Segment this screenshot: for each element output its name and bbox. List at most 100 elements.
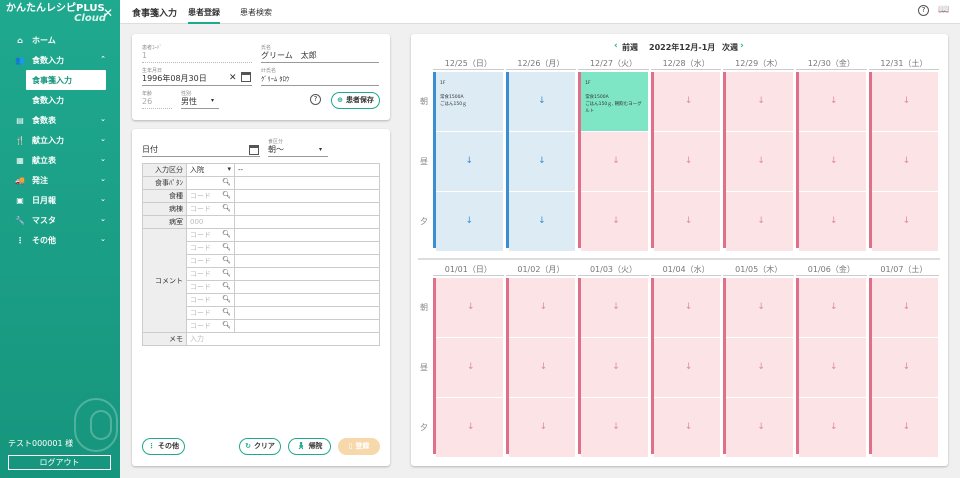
sidebar-item-meal-count-table[interactable]: ▤ 食数表 ⌄ [0, 110, 120, 130]
meal-cell[interactable]: ↓ [436, 278, 503, 337]
clear-icon[interactable]: ✕ [229, 73, 237, 83]
sidebar-item-master[interactable]: 🔧 マスタ ⌄ [0, 210, 120, 230]
meal-cell[interactable]: ↓ [799, 338, 866, 397]
comment-input[interactable]: コード 🔍︎ [186, 293, 235, 307]
next-week-button[interactable]: 次週 [722, 42, 738, 53]
meal-cell[interactable]: ↓ [726, 72, 793, 131]
meal-cell[interactable]: ↓ [871, 72, 939, 131]
search-icon[interactable]: 🔍︎ [222, 204, 231, 212]
logout-button[interactable]: ログアウト [8, 455, 111, 470]
meal-cell[interactable]: ↓ [653, 278, 721, 337]
clear-button[interactable]: ↻ クリア [239, 438, 281, 455]
sidebar-item-daily-monthly-report[interactable]: ▣ 日月報 ⌄ [0, 190, 120, 210]
meal-cell[interactable]: ↓ [726, 398, 793, 457]
meal-cell[interactable]: ↓ [581, 132, 648, 191]
search-icon[interactable]: 🔍︎ [222, 243, 231, 251]
search-icon[interactable]: 🔍︎ [222, 308, 231, 316]
search-icon[interactable]: 🔍︎ [222, 256, 231, 264]
search-icon[interactable]: 🔍︎ [222, 282, 231, 290]
help-icon[interactable]: ? [310, 94, 321, 105]
comment-input[interactable]: コード 🔍︎ [186, 254, 235, 268]
meal-cell[interactable]: ↓ [653, 72, 721, 131]
meal-cell[interactable]: ↓ [871, 338, 939, 397]
register-button[interactable]: ▯ 登録 [338, 438, 380, 455]
comment-input[interactable]: コード 🔍︎ [186, 306, 235, 320]
memo-input[interactable]: 入力 [186, 332, 380, 346]
meal-cell[interactable]: ↓ [653, 192, 721, 251]
prev-week-button[interactable]: 前週 [622, 42, 638, 53]
search-icon[interactable]: 🔍︎ [222, 269, 231, 277]
meal-cell[interactable]: ↓ [581, 278, 648, 337]
meal-cell[interactable]: ↓ [799, 192, 866, 251]
kana-name-field[interactable]: ｸﾞﾘｰﾑ ﾀﾛｳ [261, 73, 379, 86]
meal-cell[interactable]: ↓ [508, 132, 576, 191]
meal-cell[interactable]: ↓ [871, 132, 939, 191]
meal-cell[interactable]: ↓ [653, 338, 721, 397]
meal-cell[interactable]: ↓ [799, 72, 866, 131]
meal-cell[interactable]: ↓ [871, 278, 939, 337]
close-icon[interactable]: ✕ [103, 6, 113, 20]
search-icon[interactable]: 🔍︎ [222, 295, 231, 303]
meal-cell[interactable]: ↓ [508, 278, 576, 337]
meal-cell[interactable]: ↓ [436, 398, 503, 457]
ward-input[interactable]: コード 🔍︎ [186, 202, 235, 216]
help-icon[interactable]: ? [918, 5, 929, 16]
comment-input[interactable]: コード 🔍︎ [186, 228, 235, 242]
comment-input[interactable]: コード 🔍︎ [186, 267, 235, 281]
meal-cell[interactable]: 1F 常食1500A ごはん150ｇ, 朝飲むヨーグ ルト [581, 72, 648, 131]
search-icon[interactable]: 🔍︎ [222, 230, 231, 238]
meal-cell[interactable]: ↓ [726, 192, 793, 251]
save-patient-button[interactable]: ⊕ 患者保存 [331, 92, 380, 109]
meal-cell[interactable]: ↓ [726, 278, 793, 337]
meal-pattern-input[interactable]: 🔍︎ [186, 176, 235, 190]
discharge-button[interactable]: 🚶︎ 帰院 [288, 438, 331, 455]
sidebar-item-other[interactable]: ⋮ その他 ⌄ [0, 230, 120, 250]
meal-cell[interactable]: ↓ [581, 192, 648, 251]
sidebar-sub-meal-count-input[interactable]: 食数入力 [0, 90, 120, 110]
comment-input[interactable]: コード 🔍︎ [186, 241, 235, 255]
sidebar-item-meal-count-input[interactable]: 👥 食数入力 ⌃ [0, 50, 120, 70]
comment-input[interactable]: コード 🔍︎ [186, 280, 235, 294]
brand-logo[interactable]: かんたんレシピPLUS Cloud [6, 4, 106, 26]
meal-cell[interactable]: ↓ [726, 338, 793, 397]
tab-patient-search[interactable]: 患者検索 [240, 7, 272, 18]
sidebar-item-home[interactable]: ⌂ ホーム [0, 30, 120, 50]
meal-cell[interactable]: ↓ [799, 398, 866, 457]
manual-icon[interactable]: 📖 [938, 5, 949, 16]
search-icon[interactable]: 🔍︎ [222, 191, 231, 199]
meal-cell[interactable]: ↓ [653, 132, 721, 191]
sidebar-item-menu-input[interactable]: 🍴 献立入力 ⌄ [0, 130, 120, 150]
meal-cell[interactable]: ↓ [726, 132, 793, 191]
search-icon[interactable]: 🔍︎ [222, 321, 231, 329]
meal-cell[interactable]: ↓ [799, 132, 866, 191]
chevron-right-icon[interactable]: › [740, 41, 744, 51]
chevron-left-icon[interactable]: ‹ [614, 41, 618, 51]
meal-cell[interactable]: ↓ [436, 192, 503, 251]
meal-cell[interactable]: ↓ [653, 398, 721, 457]
calendar-icon[interactable] [249, 145, 259, 155]
diet-type-input[interactable]: コード 🔍︎ [186, 189, 235, 203]
sidebar-item-order[interactable]: 🚚 発注 ⌄ [0, 170, 120, 190]
meal-cell[interactable]: ↓ [581, 398, 648, 457]
meal-cell[interactable]: ↓ [436, 132, 503, 191]
search-icon[interactable]: 🔍︎ [222, 178, 231, 186]
meal-cell[interactable]: ↓ [508, 398, 576, 457]
meal-cell[interactable]: ↓ [508, 192, 576, 251]
room-input[interactable]: 000 [186, 215, 235, 229]
meal-cell[interactable]: ↓ [581, 338, 648, 397]
meal-cell[interactable]: ↓ [436, 338, 503, 397]
meal-cell[interactable]: ↓ [508, 72, 576, 131]
patient-name-field[interactable]: グリーム 太郎 [261, 50, 379, 63]
tab-patient-register[interactable]: 患者登録 [188, 7, 220, 24]
sidebar-item-menu-table[interactable]: ▦ 献立表 ⌄ [0, 150, 120, 170]
input-type-select[interactable]: 入院 ▾ [186, 163, 235, 177]
date-field[interactable]: 日付 [142, 144, 260, 157]
meal-cell[interactable]: ↓ [799, 278, 866, 337]
other-button[interactable]: ⋮ その他 [142, 438, 185, 455]
patient-id-field[interactable]: 1 [142, 50, 252, 63]
sidebar-sub-diet-order-input[interactable]: 食事箋入力 [26, 70, 106, 90]
meal-cell[interactable]: ↓ [871, 192, 939, 251]
calendar-icon[interactable] [241, 72, 251, 82]
meal-cell[interactable]: 1F 常食1500A ごはん150ｇ [436, 72, 503, 131]
meal-cell[interactable]: ↓ [871, 398, 939, 457]
